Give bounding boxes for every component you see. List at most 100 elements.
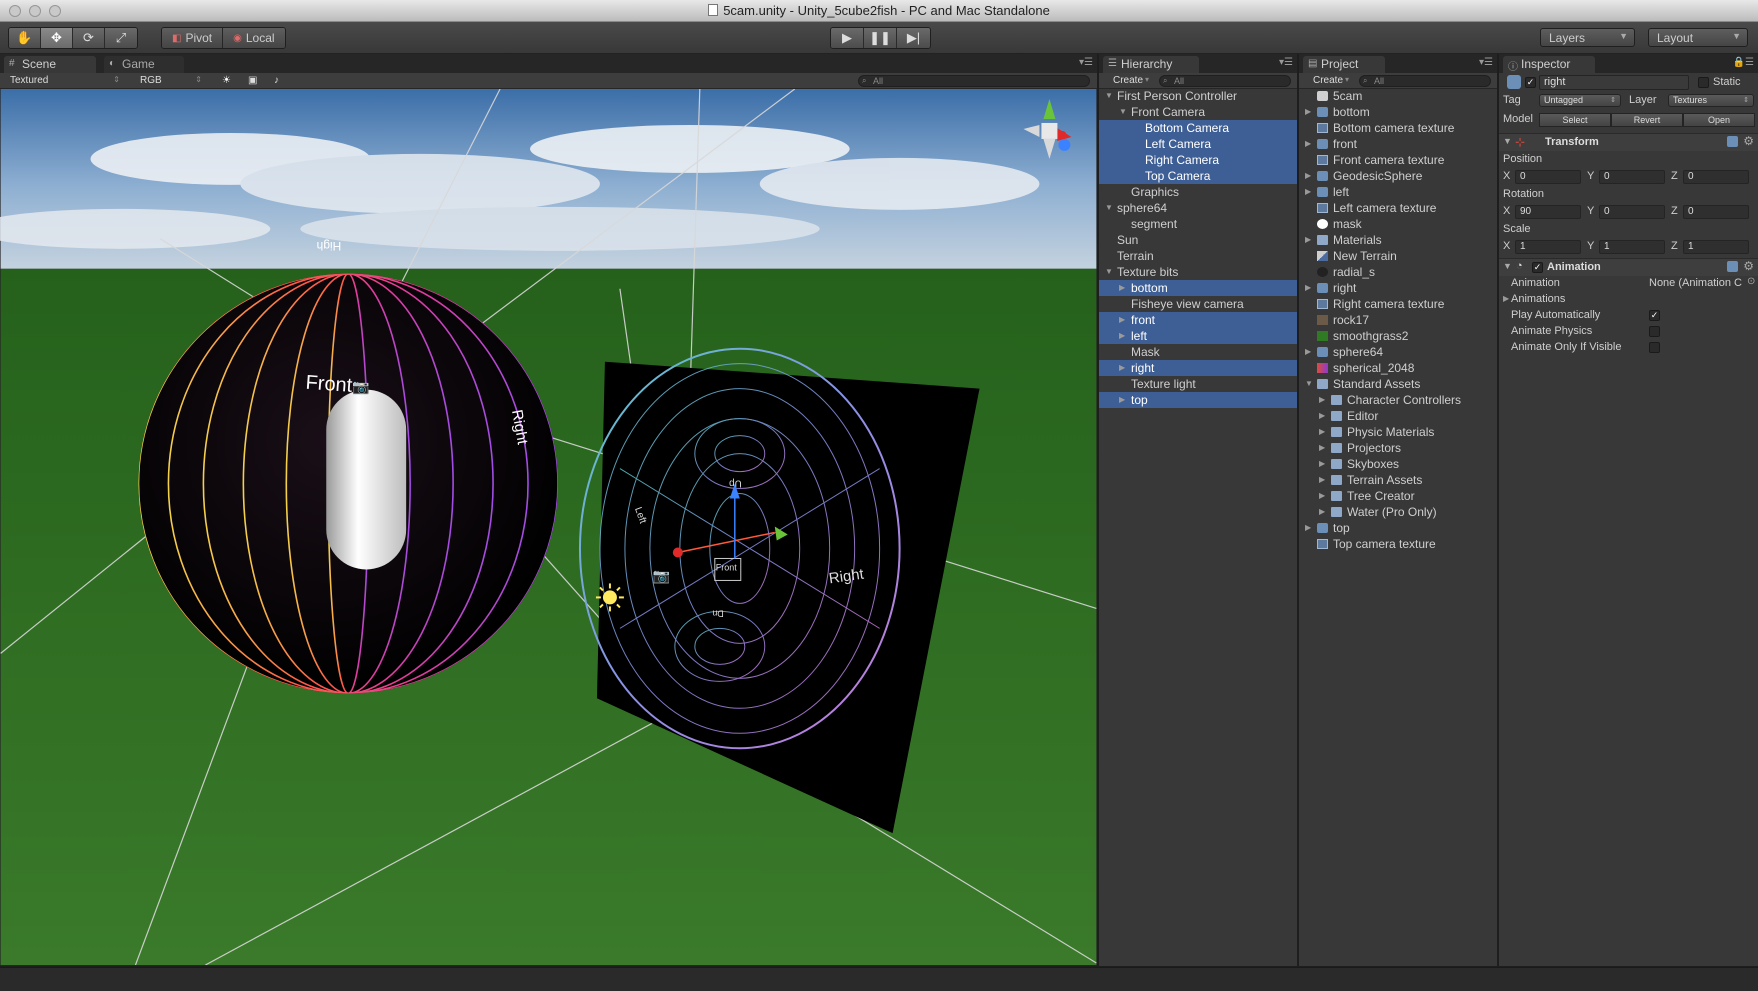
scale-tool-icon[interactable]: ⤢: [105, 28, 137, 48]
fold-closed-icon[interactable]: ▶: [1319, 440, 1325, 456]
fold-closed-icon[interactable]: ▶: [1319, 488, 1325, 504]
scale-y-field[interactable]: 1: [1599, 240, 1665, 254]
fold-closed-icon[interactable]: ▶: [1305, 232, 1311, 248]
fold-closed-icon[interactable]: ▶: [1305, 104, 1311, 120]
fold-closed-icon[interactable]: ▶: [1305, 136, 1311, 152]
tag-dropdown[interactable]: Untagged ⇕: [1539, 94, 1621, 107]
panel-menu-icon[interactable]: ▾☰: [1279, 57, 1293, 68]
move-handle-x[interactable]: [672, 547, 683, 558]
fold-open-icon[interactable]: ▼: [1119, 104, 1127, 120]
fold-open-icon[interactable]: ▼: [1105, 264, 1113, 280]
scale-x-field[interactable]: 1: [1515, 240, 1581, 254]
fold-closed-icon[interactable]: ▶: [1305, 344, 1311, 360]
project-search-input[interactable]: ⌕ All: [1359, 75, 1491, 87]
fold-closed-icon[interactable]: ▶: [1503, 294, 1509, 303]
fold-open-icon[interactable]: ▼: [1305, 376, 1313, 392]
rotation-x-field[interactable]: 90: [1515, 205, 1581, 219]
first-person-controller-capsule[interactable]: 📷: [326, 379, 407, 570]
fold-closed-icon[interactable]: ▶: [1319, 456, 1325, 472]
fold-closed-icon[interactable]: ▶: [1319, 472, 1325, 488]
panel-menu-icon[interactable]: 🔒☰: [1733, 57, 1754, 68]
rotation-z-field[interactable]: 0: [1683, 205, 1749, 219]
position-z-field[interactable]: 0: [1683, 170, 1749, 184]
project-item[interactable]: Right camera texture: [1299, 296, 1497, 312]
help-book-icon[interactable]: [1727, 136, 1738, 147]
play-automatically-checkbox[interactable]: ✓: [1649, 310, 1660, 321]
fold-closed-icon[interactable]: ▶: [1119, 280, 1125, 296]
fold-closed-icon[interactable]: ▶: [1119, 360, 1125, 376]
project-item[interactable]: Top camera texture: [1299, 536, 1497, 552]
hierarchy-item[interactable]: Fisheye view camera: [1099, 296, 1297, 312]
project-item[interactable]: radial_s: [1299, 264, 1497, 280]
local-button[interactable]: ◉ Local: [223, 28, 285, 48]
tab-scene[interactable]: # Scene: [4, 56, 96, 73]
hierarchy-item[interactable]: ▶ top: [1099, 392, 1297, 408]
hierarchy-item[interactable]: Sun: [1099, 232, 1297, 248]
hierarchy-create-dropdown[interactable]: Create ▾: [1109, 75, 1153, 88]
pause-icon[interactable]: ❚❚: [864, 28, 897, 48]
hierarchy-item[interactable]: segment: [1099, 216, 1297, 232]
animations-list-label[interactable]: Animations: [1511, 293, 1565, 305]
project-item[interactable]: Front camera texture: [1299, 152, 1497, 168]
hierarchy-item[interactable]: ▼ sphere64: [1099, 200, 1297, 216]
project-item[interactable]: ▶ sphere64: [1299, 344, 1497, 360]
model-select-button[interactable]: Select: [1539, 113, 1611, 127]
hierarchy-item[interactable]: ▼ Front Camera: [1099, 104, 1297, 120]
object-name-field[interactable]: right: [1539, 75, 1689, 90]
rotate-tool-icon[interactable]: ⟳: [73, 28, 105, 48]
project-item[interactable]: ▶ Projectors: [1299, 440, 1497, 456]
color-mode-dropdown[interactable]: RGB ⇕: [136, 75, 206, 88]
fold-closed-icon[interactable]: ▶: [1305, 168, 1311, 184]
gear-icon[interactable]: ⚙: [1743, 259, 1754, 273]
pivot-button[interactable]: ◧ Pivot: [162, 28, 224, 48]
hand-tool-icon[interactable]: ✋: [9, 28, 41, 48]
model-open-button[interactable]: Open: [1683, 113, 1755, 127]
active-checkbox[interactable]: ✓: [1525, 77, 1536, 88]
move-tool-icon[interactable]: ✥: [41, 28, 73, 48]
layers-dropdown[interactable]: Layers ▼: [1540, 28, 1635, 47]
tab-hierarchy[interactable]: ☰ Hierarchy: [1103, 56, 1199, 73]
fold-open-icon[interactable]: ▼: [1105, 88, 1113, 104]
project-item[interactable]: ▶ top: [1299, 520, 1497, 536]
project-item[interactable]: smoothgrass2: [1299, 328, 1497, 344]
project-item[interactable]: 5cam: [1299, 88, 1497, 104]
audio-toggle-icon[interactable]: ♪: [270, 75, 288, 88]
project-item[interactable]: ▶ bottom: [1299, 104, 1497, 120]
transform-section-header[interactable]: ▼ ⊹ Transform ⚙: [1499, 133, 1758, 151]
project-item[interactable]: ▶ Materials: [1299, 232, 1497, 248]
hierarchy-item[interactable]: Mask: [1099, 344, 1297, 360]
hierarchy-search-input[interactable]: ⌕ All: [1159, 75, 1291, 87]
project-item[interactable]: ▶ GeodesicSphere: [1299, 168, 1497, 184]
fold-closed-icon[interactable]: ▶: [1305, 280, 1311, 296]
fold-closed-icon[interactable]: ▶: [1319, 424, 1325, 440]
layout-dropdown[interactable]: Layout ▼: [1648, 28, 1748, 47]
tab-game[interactable]: ◐ Game: [104, 56, 184, 73]
lighting-toggle-icon[interactable]: ☀: [218, 75, 236, 88]
project-item[interactable]: spherical_2048: [1299, 360, 1497, 376]
fold-closed-icon[interactable]: ▶: [1319, 504, 1325, 520]
hierarchy-item[interactable]: Texture light: [1099, 376, 1297, 392]
project-item[interactable]: ▶ Skyboxes: [1299, 456, 1497, 472]
scale-z-field[interactable]: 1: [1683, 240, 1749, 254]
hierarchy-item[interactable]: Right Camera: [1099, 152, 1297, 168]
hierarchy-item[interactable]: ▼ First Person Controller: [1099, 88, 1297, 104]
animation-section-header[interactable]: ▼ ◔ ✓ Animation ⚙: [1499, 258, 1758, 276]
project-item[interactable]: Bottom camera texture: [1299, 120, 1497, 136]
position-y-field[interactable]: 0: [1599, 170, 1665, 184]
step-icon[interactable]: ▶|: [897, 28, 930, 48]
project-item[interactable]: ▶ left: [1299, 184, 1497, 200]
fold-open-icon[interactable]: ▼: [1105, 200, 1113, 216]
sun-light-icon[interactable]: [595, 583, 624, 612]
project-item[interactable]: ▶ Physic Materials: [1299, 424, 1497, 440]
scene-image-toggle-icon[interactable]: ▣: [244, 75, 262, 88]
hierarchy-item[interactable]: Terrain: [1099, 248, 1297, 264]
tab-inspector[interactable]: ⓘ Inspector: [1503, 56, 1595, 73]
fold-closed-icon[interactable]: ▶: [1305, 520, 1311, 536]
hierarchy-item[interactable]: ▶ left: [1099, 328, 1297, 344]
fold-closed-icon[interactable]: ▶: [1119, 312, 1125, 328]
static-checkbox[interactable]: [1698, 77, 1709, 88]
hierarchy-item[interactable]: ▶ right: [1099, 360, 1297, 376]
project-item[interactable]: ▶ Terrain Assets: [1299, 472, 1497, 488]
rotation-y-field[interactable]: 0: [1599, 205, 1665, 219]
hierarchy-item[interactable]: ▶ front: [1099, 312, 1297, 328]
